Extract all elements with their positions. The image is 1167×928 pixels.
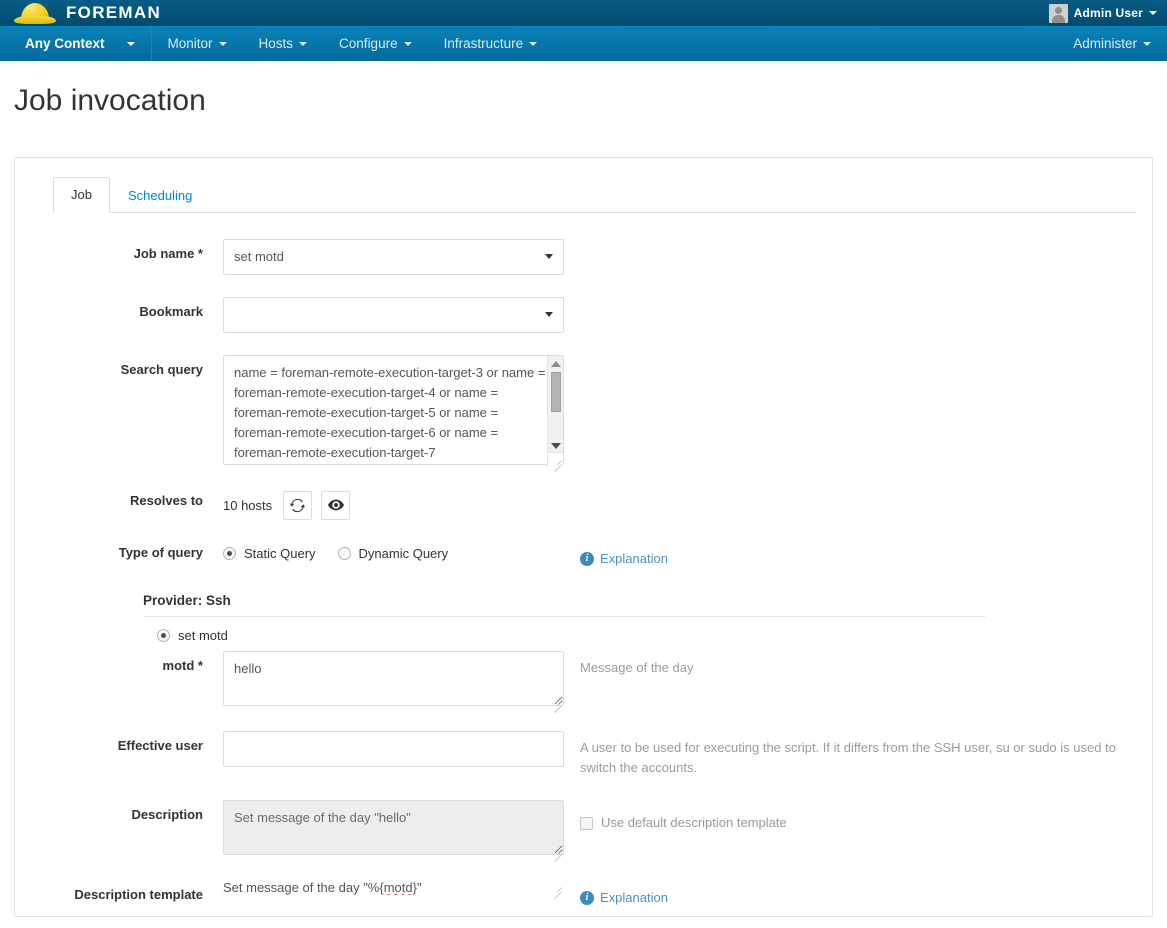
field-row-motd: motd * hello Message of the day (15, 650, 1152, 713)
field-row-job-name: Job name * set motd (15, 238, 1152, 275)
effective-user-label: Effective user (117, 737, 203, 753)
explanation-label: Explanation (600, 889, 668, 905)
caret-down-icon (529, 41, 538, 46)
bookmark-label: Bookmark (139, 303, 203, 319)
radio-label: set motd (178, 627, 228, 643)
nav-item-label: Administer (1073, 36, 1137, 51)
caret-down-icon (1143, 41, 1151, 46)
field-row-description: Description Set message of the day "hell… (15, 800, 1152, 863)
field-row-search-query: Search query name = foreman-remote-execu… (15, 354, 1152, 472)
description-template-suffix: }" (412, 880, 422, 895)
radio-static-query[interactable]: Static Query (223, 546, 316, 561)
use-default-description-template-checkbox[interactable]: Use default description template (580, 805, 787, 833)
resolves-to-label: Resolves to (130, 492, 203, 508)
checkbox-label: Use default description template (601, 815, 787, 830)
radio-indicator (223, 546, 236, 560)
description-template-explanation-link[interactable]: i Explanation (580, 888, 668, 908)
provider-heading: Provider: Ssh (143, 593, 986, 617)
job-name-select[interactable]: set motd (223, 238, 564, 275)
tab-bar: Job Scheduling (53, 176, 1136, 213)
nav-item-monitor[interactable]: Monitor (152, 26, 243, 61)
radio-indicator (157, 628, 170, 642)
search-query-label: Search query (120, 361, 203, 377)
checkbox-indicator (580, 816, 593, 830)
caret-down-icon (218, 41, 227, 46)
effective-user-help-text: A user to be used for executing the scri… (580, 739, 1116, 775)
caret-down-icon (1149, 11, 1157, 15)
field-row-type-of-query: Type of query Static Query Dynamic Query… (15, 538, 1152, 569)
radio-label: Static Query (244, 545, 316, 561)
description-label: Description (131, 807, 203, 822)
bookmark-select[interactable] (223, 296, 564, 333)
caret-down-icon (403, 41, 412, 46)
masthead: FOREMAN Admin User (0, 0, 1167, 26)
nav-item-label: Configure (339, 36, 398, 51)
tab-label: Job (71, 187, 92, 202)
caret-down-icon (126, 41, 135, 46)
nav-item-administer[interactable]: Administer (1057, 36, 1167, 51)
radio-label: Dynamic Query (358, 545, 449, 561)
brand[interactable]: FOREMAN (0, 2, 161, 24)
nav-item-label: Infrastructure (443, 36, 524, 51)
context-selector[interactable]: Any Context (0, 26, 152, 61)
refresh-icon-button[interactable] (283, 490, 313, 520)
motd-help-text: Message of the day (580, 659, 694, 675)
type-of-query-label: Type of query (118, 544, 203, 560)
field-row-effective-user: Effective user A user to be used for exe… (15, 730, 1152, 778)
user-menu[interactable]: Admin User (1074, 6, 1157, 20)
nav-right: Administer (1057, 26, 1167, 61)
info-circle-icon: i (580, 890, 594, 905)
field-row-bookmark: Bookmark (15, 296, 1152, 333)
description-template-textarea[interactable]: Set message of the day "%{motd}" (223, 880, 564, 895)
radio-dynamic-query[interactable]: Dynamic Query (337, 545, 449, 561)
nav-item-label: Monitor (167, 36, 213, 51)
radio-template-set-motd[interactable]: set motd (157, 628, 1152, 643)
info-circle-icon: i (580, 551, 594, 566)
refresh-icon (290, 498, 306, 513)
hard-hat-icon (14, 2, 56, 24)
main-navigation: Any Context Monitor Hosts Configure Infr… (0, 26, 1167, 61)
nav-item-configure[interactable]: Configure (323, 26, 428, 61)
resolved-hosts-count: 10 hosts (223, 497, 273, 513)
tab-job[interactable]: Job (53, 177, 110, 213)
user-menu-label: Admin User (1073, 6, 1143, 20)
nav-item-label: Hosts (258, 36, 294, 51)
tab-scheduling[interactable]: Scheduling (110, 178, 210, 213)
description-textarea: Set message of the day "hello" (223, 800, 564, 855)
radio-indicator (337, 546, 351, 560)
description-template-label: Description template (74, 887, 203, 902)
job-invocation-panel: Job Scheduling Job name * set motd Bookm… (14, 157, 1153, 917)
context-selector-label: Any Context (25, 36, 105, 51)
field-row-resolves-to: Resolves to 10 hosts (15, 486, 1152, 520)
job-name-label: Job name * (133, 245, 203, 261)
preview-hosts-icon-button[interactable] (321, 490, 351, 520)
tab-label: Scheduling (127, 188, 193, 203)
eye-icon (327, 500, 344, 511)
nav-item-hosts[interactable]: Hosts (243, 26, 324, 61)
description-template-prefix: Set message of the day "%{ (223, 880, 384, 895)
brand-title: FOREMAN (66, 3, 162, 22)
effective-user-input[interactable] (223, 730, 564, 767)
caret-down-icon (299, 41, 308, 46)
motd-label: motd * (162, 657, 203, 673)
nav-items: Monitor Hosts Configure Infrastructure (152, 26, 554, 61)
user-avatar-icon (1048, 3, 1068, 23)
masthead-right: Admin User (1048, 0, 1157, 26)
nav-item-infrastructure[interactable]: Infrastructure (428, 26, 554, 61)
search-query-textarea[interactable]: name = foreman-remote-execution-target-3… (223, 354, 564, 465)
field-row-description-template: Description template Set message of the … (15, 880, 1152, 908)
motd-textarea[interactable]: hello (223, 650, 564, 706)
explanation-label: Explanation (600, 550, 668, 566)
job-invocation-form: Job name * set motd Bookmark Search quer… (15, 213, 1152, 908)
description-template-variable: motd (383, 880, 413, 895)
type-of-query-explanation-link[interactable]: i Explanation (580, 549, 668, 569)
page-title: Job invocation (14, 84, 206, 117)
